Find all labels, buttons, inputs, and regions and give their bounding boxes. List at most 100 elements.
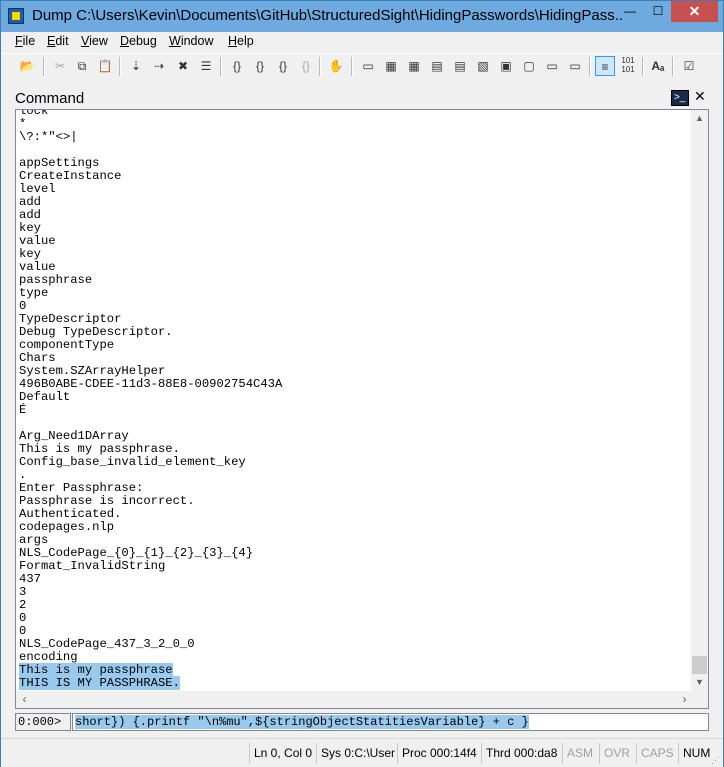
output-line-text: level [19, 182, 56, 196]
output-line-text: 496B0ABE-CDEE-11d3-88E8-00902754C43A [19, 377, 283, 391]
copy-icon[interactable]: ⧉ [72, 56, 92, 76]
font-icon[interactable]: Aₐ [648, 56, 668, 76]
scroll-thumb[interactable] [692, 656, 707, 674]
console-icon[interactable]: ▭ [565, 56, 585, 76]
output-line[interactable]: level [19, 183, 691, 196]
source-mode-icon[interactable]: ≡ [595, 56, 615, 76]
brace-disabled-icon[interactable]: {} [296, 56, 316, 76]
brace-in-icon[interactable]: {} [250, 56, 270, 76]
watch-icon[interactable]: ▦ [381, 56, 401, 76]
output-line[interactable]: THIS IS MY PASSPHRASE. [19, 676, 691, 690]
output-line[interactable]: Debug TypeDescriptor. [19, 326, 691, 339]
output-line[interactable]: lock [19, 110, 691, 118]
output-line[interactable]: key [19, 248, 691, 261]
menu-window[interactable]: Window [169, 34, 213, 48]
brace-icon[interactable]: {} [227, 56, 247, 76]
output-line-text: Format_InvalidString [19, 559, 166, 573]
output-line[interactable]: codepages.nlp [19, 521, 691, 534]
open-icon[interactable]: 📂 [17, 56, 37, 76]
status-position: Ln 0, Col 0 [249, 743, 316, 764]
output-line[interactable]: \?:*"<>| [19, 131, 691, 144]
minimize-button[interactable]: — [616, 1, 644, 22]
output-line[interactable]: Config_base_invalid_element_key [19, 456, 691, 469]
binary-icon[interactable]: 101 101 [618, 56, 638, 76]
output-line-text: TypeDescriptor [19, 312, 122, 326]
output-line[interactable]: CreateInstance [19, 170, 691, 183]
output-line[interactable]: componentType [19, 339, 691, 352]
memory-icon[interactable]: ▤ [450, 56, 470, 76]
scroll-left-icon[interactable]: ‹ [16, 691, 33, 708]
status-asm: ASM [562, 743, 599, 764]
breakpoints-icon[interactable]: ☰ [196, 56, 216, 76]
output-line-text: Debug TypeDescriptor. [19, 325, 173, 339]
menu-edit[interactable]: Edit [47, 34, 69, 48]
output-line[interactable]: * [19, 118, 691, 131]
app-icon[interactable] [8, 8, 24, 24]
registers-icon[interactable]: ▤ [427, 56, 447, 76]
output-line-text: Default [19, 390, 71, 404]
cut-icon[interactable]: ✂ [50, 56, 70, 76]
output-line-text: Enter Passphrase: [19, 481, 144, 495]
toolbar: 📂 ✂ ⧉ 📋 ⇣ ⇢ ✖ ☰ {} {} {} {} ✋ ▭ ▦ ▦ ▤ ▤ … [1, 53, 723, 79]
call-stack-icon[interactable]: ▧ [473, 56, 493, 76]
menu-view[interactable]: View [81, 34, 108, 48]
output-line[interactable]: add [19, 196, 691, 209]
output-line-text: CreateInstance [19, 169, 122, 183]
close-button[interactable]: ✕ [671, 1, 718, 22]
menu-help[interactable]: Help [228, 34, 254, 48]
output-line-text: appSettings [19, 156, 100, 170]
output-line[interactable]: 496B0ABE-CDEE-11d3-88E8-00902754C43A [19, 378, 691, 391]
vertical-scrollbar[interactable]: ▲ ▼ [691, 110, 708, 691]
hand-icon[interactable]: ✋ [326, 56, 346, 76]
maximize-button[interactable]: ☐ [644, 1, 672, 22]
output-line-text: This is my passphrase [19, 663, 173, 677]
brace-out-icon[interactable]: {} [273, 56, 293, 76]
paste-icon[interactable]: 📋 [95, 56, 115, 76]
command-output[interactable]: lock * \?:*"<>| appSettings CreateInstance le… [15, 109, 709, 709]
output-line[interactable]: Default [19, 391, 691, 404]
output-line[interactable]: 0 [19, 612, 691, 625]
command-prompt-icon: >_ [671, 90, 689, 106]
menu-file[interactable]: File [15, 34, 35, 48]
pane-close-button[interactable]: ✕ [694, 88, 706, 105]
remove-breakpoint-icon[interactable]: ✖ [173, 56, 193, 76]
processes-icon[interactable]: ▭ [542, 56, 562, 76]
output-line[interactable] [19, 144, 691, 157]
title-bar[interactable]: Dump C:\Users\Kevin\Documents\GitHub\Str… [1, 1, 723, 32]
output-line[interactable]: É [19, 404, 691, 417]
output-line[interactable]: Authenticated. [19, 508, 691, 521]
output-line[interactable]: Format_InvalidString [19, 560, 691, 573]
output-line[interactable]: value [19, 261, 691, 274]
step-into-icon[interactable]: ⇣ [126, 56, 146, 76]
scrollbar-corner [691, 691, 708, 708]
output-line[interactable]: 2 [19, 599, 691, 612]
output-line-text: 0 [19, 624, 27, 638]
options-icon[interactable]: ☑ [679, 56, 699, 76]
output-line-text: type [19, 286, 49, 300]
menu-debug[interactable]: Debug [120, 34, 157, 48]
output-line-text: Passphrase is incorrect. [19, 494, 195, 508]
command-window-icon[interactable]: ▭ [358, 56, 378, 76]
horizontal-scrollbar[interactable]: ‹ › [16, 691, 708, 708]
output-line[interactable]: add [19, 209, 691, 222]
output-line[interactable]: NLS_CodePage_437_3_2_0_0 [19, 638, 691, 651]
command-input[interactable]: short}) {.printf "\n%mu",${stringObjectS… [72, 713, 709, 731]
output-line[interactable]: type [19, 287, 691, 300]
resize-grip-icon[interactable]: ⋰ [711, 755, 721, 765]
locals-icon[interactable]: ▦ [404, 56, 424, 76]
output-line-text: add [19, 208, 41, 222]
disassembly-icon[interactable]: ▣ [496, 56, 516, 76]
output-line[interactable]: value [19, 235, 691, 248]
status-bar: Ln 0, Col 0 Sys 0:C:\User Proc 000:14f4 … [1, 738, 723, 767]
scroll-up-icon[interactable]: ▲ [691, 110, 708, 127]
scroll-down-icon[interactable]: ▼ [691, 674, 708, 691]
output-line[interactable]: passphrase [19, 274, 691, 287]
output-line[interactable]: 3 [19, 586, 691, 599]
output-line[interactable]: key [19, 222, 691, 235]
output-line-text: Config_base_invalid_element_key [19, 455, 246, 469]
output-line-text: 0 [19, 299, 27, 313]
output-line[interactable]: 437 [19, 573, 691, 586]
step-over-icon[interactable]: ⇢ [149, 56, 169, 76]
scratch-pad-icon[interactable]: ▢ [519, 56, 539, 76]
output-line-text: encoding [19, 650, 78, 664]
